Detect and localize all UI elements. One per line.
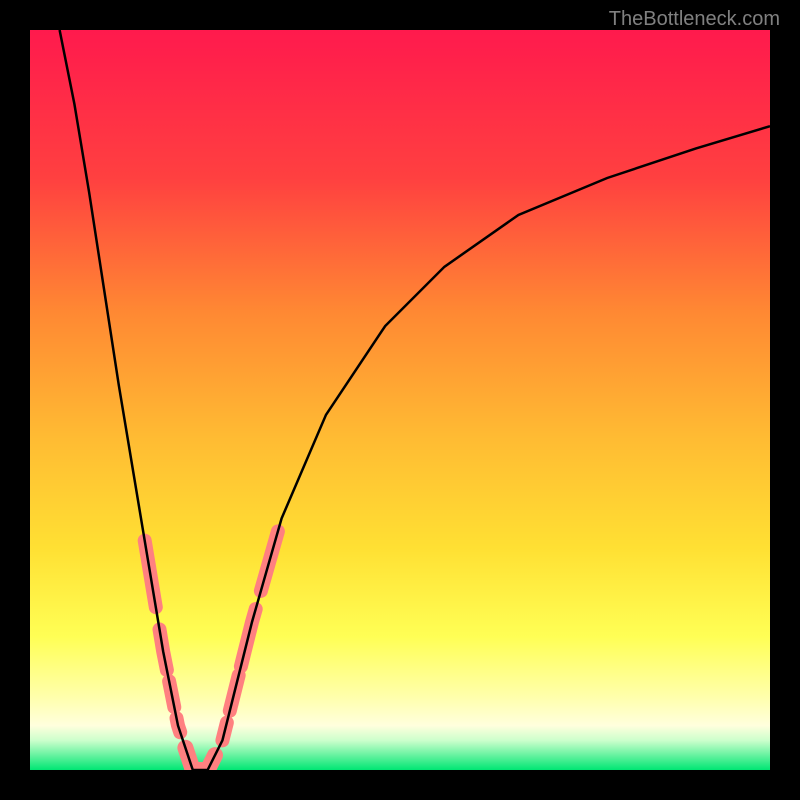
- chart-container: [30, 30, 770, 770]
- curve-markers: [145, 531, 278, 770]
- curve-overlay: [30, 30, 770, 770]
- watermark-text: TheBottleneck.com: [609, 8, 780, 31]
